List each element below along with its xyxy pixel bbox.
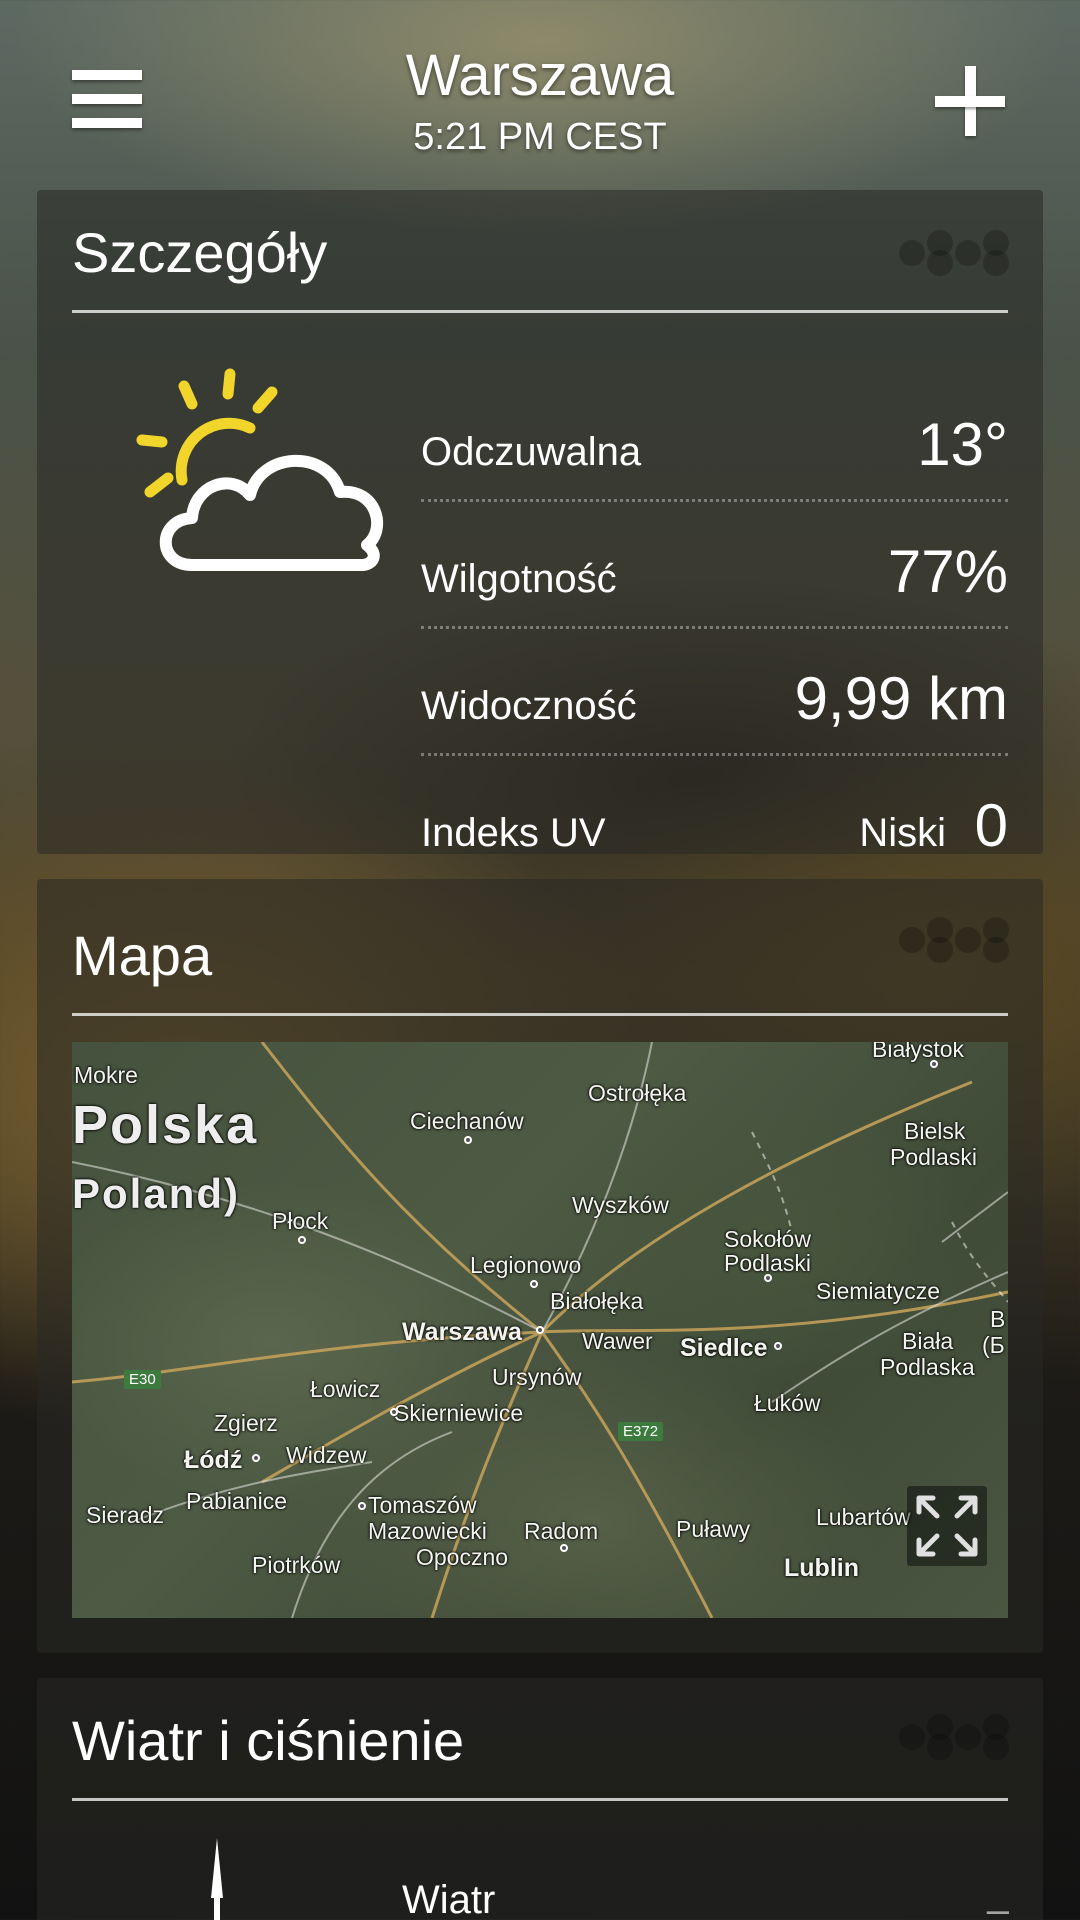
uv-index-level: Niski	[859, 811, 946, 855]
map-label-ciechanow: Ciechanów	[410, 1108, 524, 1134]
map-label-sokolow-podlaski: Podlaski	[724, 1250, 811, 1276]
city-name[interactable]: Warszawa	[0, 42, 1080, 109]
details-divider	[72, 310, 1008, 313]
drag-handle-icon[interactable]	[899, 1714, 1009, 1760]
map-label-mokre: Mokre	[74, 1062, 138, 1088]
map-label-lowicz: Łowicz	[310, 1376, 381, 1402]
map-label-wyszkow: Wyszków	[572, 1192, 669, 1218]
map-label-lukow: Łuków	[754, 1390, 821, 1416]
drag-handle-icon[interactable]	[899, 917, 1009, 963]
map-label-mazowiecki: Mazowiecki	[368, 1518, 487, 1544]
feels-like-row: Odczuwalna 13°	[421, 375, 1008, 502]
humidity-value: 77%	[887, 538, 1008, 605]
map-label-biala: Biała	[902, 1328, 954, 1354]
wind-pressure-card: Wiatr i ciśnienie Wiatr –	[37, 1678, 1043, 1920]
map-label-bialystok: Białystok	[872, 1042, 965, 1062]
map-label-tomaszow: Tomaszów	[368, 1492, 477, 1518]
visibility-value: 9,99 km	[794, 665, 1008, 732]
wind-pressure-title: Wiatr i ciśnienie	[72, 1709, 465, 1772]
details-card: Szczegóły Odczuwalna 13° Wilgotność 77% …	[37, 190, 1043, 859]
uv-index-value: 0	[974, 792, 1008, 859]
map-label-siemiatycze: Siemiatycze	[816, 1278, 940, 1304]
map-point	[764, 1274, 772, 1282]
wind-value: –	[986, 1888, 1009, 1920]
map-label-legionowo: Legionowo	[470, 1252, 582, 1278]
map-label-pabianice: Pabianice	[186, 1488, 288, 1514]
drag-handle-icon[interactable]	[899, 230, 1009, 276]
visibility-label: Widoczność	[421, 684, 637, 728]
map-label-lodz: Łódź	[184, 1446, 243, 1474]
map-label-pulawy: Puławy	[676, 1516, 751, 1542]
details-title: Szczegóły	[72, 221, 328, 284]
wind-pressure-divider	[72, 1798, 1008, 1801]
top-bar: Warszawa 5:21 PM CEST	[0, 0, 1080, 180]
map-label-wawer: Wawer	[582, 1328, 653, 1354]
map-point	[298, 1236, 306, 1244]
map-point	[464, 1136, 472, 1144]
map-label-sieradz: Sieradz	[86, 1502, 164, 1528]
map-label-bialoleka: Białołęka	[550, 1288, 644, 1314]
uv-index-row: Indeks UV Niski 0	[421, 753, 1008, 880]
map-label-edge-b2: (Б	[982, 1332, 1005, 1358]
map-point	[930, 1060, 938, 1068]
map-label-zgierz: Zgierz	[214, 1410, 278, 1436]
map-label-ostroleka: Ostrołęka	[588, 1080, 687, 1106]
map-label-bielsk-podlaski: Podlaski	[890, 1144, 977, 1170]
map-label-siedlce: Siedlce	[680, 1334, 768, 1362]
weather-map[interactable]: Polska Poland) Białystok Mokre Ostrołęka…	[72, 1042, 1008, 1618]
expand-map-icon[interactable]	[907, 1486, 987, 1566]
map-point	[358, 1502, 366, 1510]
map-label-radom: Radom	[524, 1518, 599, 1544]
country-label-line2: Poland)	[72, 1170, 240, 1217]
feels-like-value: 13°	[917, 411, 1008, 478]
map-label-sokolow: Sokołów	[724, 1226, 811, 1252]
map-label-edge-b: B	[990, 1306, 1006, 1332]
add-location-icon[interactable]	[935, 66, 1005, 136]
feels-like-label: Odczuwalna	[421, 430, 642, 474]
map-point	[252, 1454, 260, 1462]
map-label-bielsk: Bielsk	[904, 1118, 966, 1144]
partly-cloudy-icon	[136, 368, 384, 571]
road-shield-e372: E372	[618, 1422, 664, 1441]
country-label-line1: Polska	[72, 1095, 259, 1155]
map-point-warszawa	[536, 1326, 544, 1334]
map-title: Mapa	[72, 924, 213, 987]
humidity-row: Wilgotność 77%	[421, 502, 1008, 629]
map-label-warszawa: Warszawa	[402, 1318, 522, 1346]
map-point	[390, 1408, 398, 1416]
map-label-skierniewice: Skierniewice	[394, 1400, 524, 1426]
wind-label: Wiatr	[402, 1878, 496, 1920]
map-label-lublin: Lublin	[784, 1554, 859, 1582]
visibility-row: Widoczność 9,99 km	[421, 629, 1008, 756]
road-shield-e30: E30	[124, 1370, 161, 1389]
wind-turbine-icon	[211, 1838, 223, 1920]
map-point	[774, 1342, 782, 1350]
map-label-widzew: Widzew	[286, 1442, 367, 1468]
map-label-plock: Płock	[272, 1208, 329, 1234]
local-time: 5:21 PM CEST	[413, 116, 667, 158]
map-divider	[72, 1013, 1008, 1016]
uv-index-label: Indeks UV	[421, 811, 606, 855]
map-label-biala-podlaska: Podlaska	[880, 1354, 975, 1380]
map-point	[530, 1280, 538, 1288]
map-label-piotrkow: Piotrków	[252, 1552, 341, 1578]
map-label-lubartow: Lubartów	[816, 1504, 911, 1530]
map-label-opoczno: Opoczno	[416, 1544, 509, 1570]
humidity-label: Wilgotność	[421, 557, 617, 601]
map-label-ursynow: Ursynów	[492, 1364, 582, 1390]
map-point	[560, 1544, 568, 1552]
map-card: Mapa Polska Poland) Białystok Mokre Ostr…	[37, 879, 1043, 1653]
